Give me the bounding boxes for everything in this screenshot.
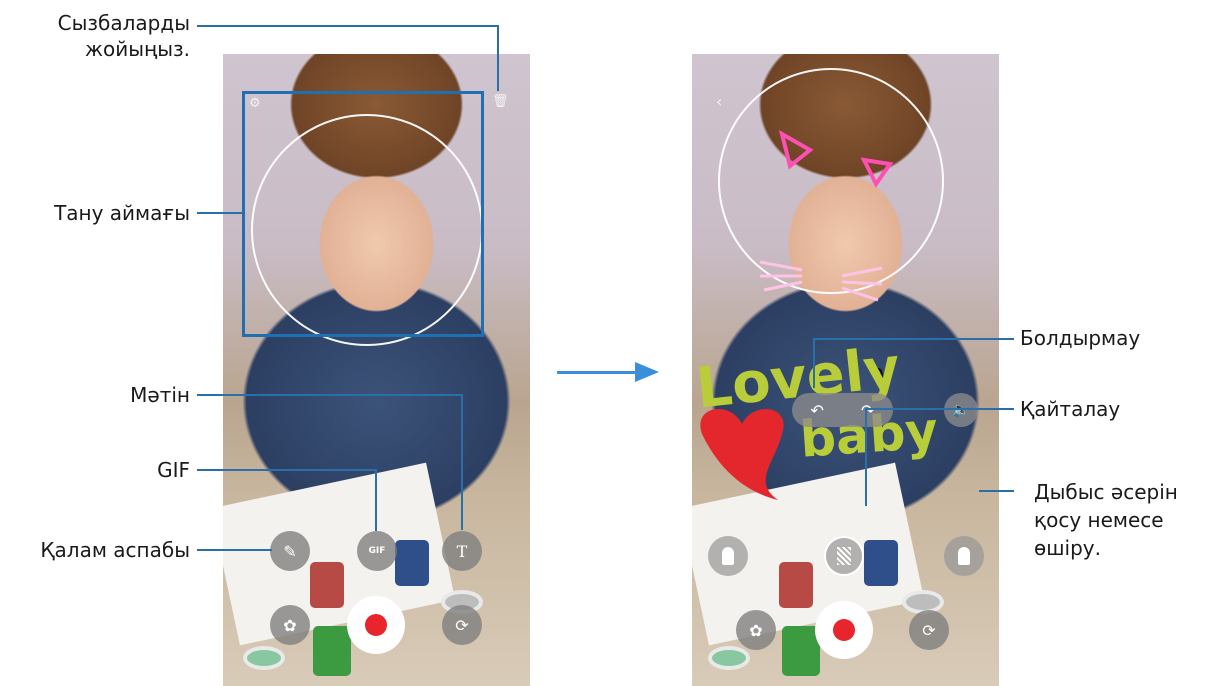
pen-tool-button[interactable]: ✎ — [270, 531, 310, 571]
speaker-icon: 🔈 — [952, 402, 970, 418]
callout-line — [497, 25, 499, 91]
callout-line — [375, 469, 377, 531]
undo-icon[interactable]: ↶ — [811, 401, 824, 420]
paint-jar — [395, 540, 429, 586]
text-label: Мәтін — [130, 383, 190, 407]
callout-line — [865, 408, 867, 506]
text-button[interactable]: T — [442, 531, 482, 571]
paint-jar — [310, 562, 344, 608]
undo-redo-pill: ↶ ↷ — [792, 393, 893, 427]
pen-tool-label: Қалам аспабы — [40, 538, 190, 562]
callout-line — [461, 394, 463, 530]
flower-icon: ✿ — [283, 615, 297, 635]
redo-icon[interactable]: ↷ — [861, 401, 874, 420]
heart-doodle — [700, 409, 784, 500]
callout-line — [197, 212, 243, 214]
gif-button[interactable]: GIF — [357, 531, 397, 571]
flip-camera-button[interactable]: ⟳ — [442, 605, 482, 645]
transition-arrow-icon — [635, 362, 659, 382]
delete-drawings-label: Сызбаларды жойыңыз. — [57, 11, 190, 61]
callout-line — [865, 408, 1014, 410]
eraser-tool-button[interactable] — [708, 536, 748, 576]
recognition-area-box — [242, 91, 484, 337]
cat-ear-doodle — [860, 157, 894, 188]
callout-line — [813, 338, 1014, 340]
callout-line — [197, 394, 463, 396]
paint-jar — [313, 626, 351, 676]
trash-icon[interactable]: 🗑 — [492, 94, 509, 109]
whiskers-doodle — [759, 260, 883, 302]
gif-icon: GIF — [368, 546, 386, 556]
texture-brush-button[interactable] — [824, 536, 864, 576]
record-icon — [833, 619, 855, 641]
effects-button[interactable]: ✿ — [736, 610, 776, 650]
callout-line — [979, 490, 1014, 492]
record-button[interactable] — [347, 596, 405, 654]
callout-line — [813, 338, 815, 388]
texture-brush-icon — [837, 547, 851, 565]
sound-effect-label: Дыбыс әсерін қосу немесе өшіру. — [1034, 480, 1178, 560]
callout-line — [197, 25, 499, 27]
transition-arrow-line — [557, 371, 637, 374]
flower-icon: ✿ — [749, 620, 763, 640]
cat-ear-doodle — [778, 129, 814, 170]
flip-camera-icon: ⟳ — [455, 615, 469, 635]
jar-lid — [243, 646, 285, 670]
effects-button[interactable]: ✿ — [270, 605, 310, 645]
flip-camera-icon: ⟳ — [922, 620, 936, 640]
record-button[interactable] — [815, 601, 873, 659]
camera-preview-right: ‹ Lovely baby ↶ ↷ 🔈 ✿ ⟳ — [692, 54, 999, 686]
redo-label: Қайталау — [1020, 397, 1121, 421]
brush-icon — [722, 547, 734, 565]
marker-tool-button[interactable] — [944, 536, 984, 576]
undo-label: Болдырмау — [1020, 326, 1141, 350]
gif-label: GIF — [157, 458, 190, 482]
text-icon: T — [456, 541, 468, 561]
callout-line — [197, 469, 377, 471]
sound-effect-button[interactable]: 🔈 — [944, 393, 978, 427]
callout-line — [197, 549, 272, 551]
pen-icon: ✎ — [283, 541, 297, 561]
marker-icon — [958, 547, 970, 565]
record-icon — [365, 614, 387, 636]
flip-camera-button[interactable]: ⟳ — [909, 610, 949, 650]
recognition-area-label: Тану аймағы — [54, 201, 190, 225]
